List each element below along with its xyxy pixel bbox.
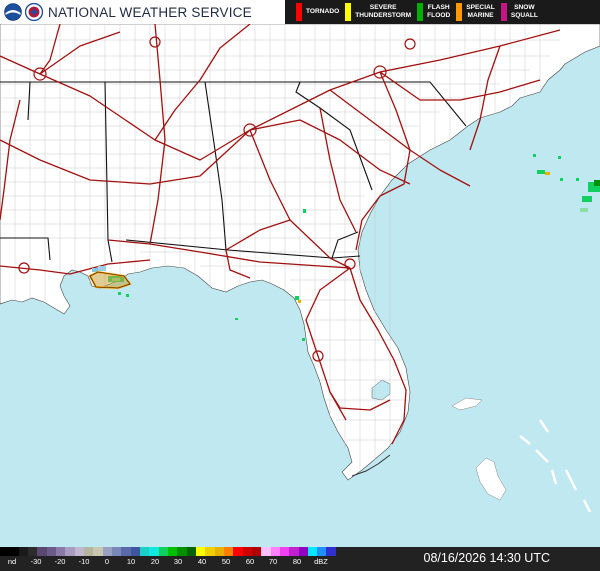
color-scale-cell (139, 547, 150, 556)
color-scale-cell (214, 547, 224, 556)
color-scale-cell (74, 547, 84, 556)
color-scale-cell (298, 547, 308, 556)
color-scale-cell (279, 547, 290, 556)
color-scale-cell (46, 547, 56, 556)
color-scale-cell (121, 547, 131, 556)
color-scale-cell (93, 547, 103, 556)
radar-scale-label: 60 (245, 557, 255, 566)
legend-label: SNOW SQUALL (510, 4, 538, 19)
color-scale-cell (167, 547, 178, 556)
color-scale-cell (195, 547, 206, 556)
radar-scale-label: -20 (54, 557, 66, 566)
color-scale-cell (261, 547, 271, 556)
radar-scale-label: 70 (268, 557, 278, 566)
radar-scale-label: 0 (104, 557, 110, 566)
legend-label: TORNADO (306, 8, 340, 15)
color-scale-cell (326, 547, 336, 556)
color-scale-cell (9, 547, 19, 556)
color-scale-cell (251, 547, 262, 556)
color-scale-cell (186, 547, 196, 556)
color-scale-cell (270, 547, 280, 556)
color-scale-cell (307, 547, 318, 556)
legend-item-special: SPECIAL MARINE (450, 0, 495, 24)
legend-item-tornado: TORNADO (290, 0, 339, 24)
radar-scale-label: 50 (221, 557, 231, 566)
color-scale-cell (102, 547, 112, 556)
color-scale-cell (205, 547, 215, 556)
color-scale-cell (37, 547, 47, 556)
color-scale-cell (223, 547, 234, 556)
legend-swatch (500, 3, 507, 21)
radar-scale-label: dBZ (314, 557, 328, 566)
color-scale-cell (130, 547, 140, 556)
color-scale-cell (149, 547, 159, 556)
legend-swatch (296, 3, 302, 21)
color-scale-cell (289, 547, 299, 556)
color-scale-cell (317, 547, 327, 556)
legend-label: FLASH FLOOD (427, 4, 451, 19)
timestamp: 08/16/2026 14:30 UTC (423, 551, 550, 565)
color-scale-cell (242, 547, 252, 556)
radar-scale-labels: nd -30 -20 -10 0 10 20 30 40 50 60 70 80 dBZ (0, 557, 336, 569)
warnings-legend: TORNADO SEVERE THUNDERSTORM FLASH FLOOD SPECI… (290, 0, 600, 24)
color-scale-cell (158, 547, 168, 556)
legend-label: SEVERE THUNDERSTORM (355, 4, 412, 19)
radar-scale-label: nd (7, 557, 17, 566)
nws-logo-icon (25, 3, 43, 21)
legend-item-snow: SNOW SQUALL (495, 0, 538, 24)
page-title: NATIONAL WEATHER SERVICE (48, 4, 252, 20)
color-scale-cell (18, 547, 28, 556)
color-scale-cell (55, 547, 66, 556)
radar-color-scale (0, 547, 336, 556)
map-area[interactable] (0, 24, 600, 547)
radar-scale-label: -30 (30, 557, 42, 566)
legend-swatch (417, 3, 424, 21)
color-scale-cell (0, 547, 10, 556)
radar-map-view: NATIONAL WEATHER SERVICE TORNADO SEVERE TH… (0, 0, 600, 571)
radar-scale-label: 20 (150, 557, 160, 566)
bottom-bar: nd -30 -20 -10 0 10 20 30 40 50 60 70 80 dBZ 08/16/20… (0, 547, 600, 571)
legend-swatch (345, 3, 352, 21)
radar-scale-label: 40 (197, 557, 207, 566)
color-scale-cell (233, 547, 243, 556)
nws-brand[interactable]: NATIONAL WEATHER SERVICE (0, 0, 285, 24)
radar-scale-label: -10 (78, 557, 90, 566)
color-scale-cell (177, 547, 187, 556)
radar-scale-label: 10 (126, 557, 136, 566)
color-scale-cell (83, 547, 94, 556)
radar-scale-label: 30 (173, 557, 183, 566)
legend-label: SPECIAL MARINE (466, 4, 495, 19)
color-scale-cell (111, 547, 122, 556)
color-scale-cell (65, 547, 75, 556)
legend-item-severe: SEVERE THUNDERSTORM (339, 0, 411, 24)
noaa-logo-icon (4, 3, 22, 21)
color-scale-cell (27, 547, 38, 556)
header-bar: NATIONAL WEATHER SERVICE TORNADO SEVERE TH… (0, 0, 600, 24)
legend-swatch (456, 3, 463, 21)
radar-scale-label: 80 (292, 557, 302, 566)
legend-item-flash: FLASH FLOOD (411, 0, 450, 24)
basemap (0, 24, 600, 547)
